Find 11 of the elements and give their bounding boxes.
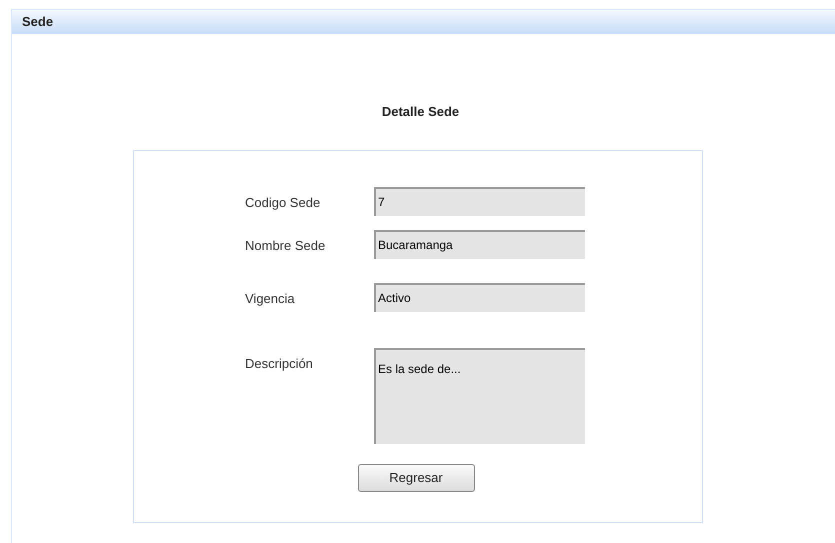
field-label: Codigo Sede — [245, 194, 322, 212]
field-label: Vigencia — [245, 290, 296, 308]
form-heading: Detalle Sede — [382, 103, 460, 121]
input-field[interactable]: Bucaramanga — [374, 230, 585, 258]
text-area[interactable]: Es la sede de... — [374, 348, 585, 444]
field-label: Nombre Sede — [245, 236, 326, 254]
back-button[interactable]: Regresar — [358, 464, 474, 492]
input-field[interactable]: 7 — [374, 186, 585, 216]
panel-header: Sede — [12, 10, 835, 34]
field-label: Descripción — [245, 354, 314, 373]
input-field[interactable]: Activo — [374, 282, 585, 312]
